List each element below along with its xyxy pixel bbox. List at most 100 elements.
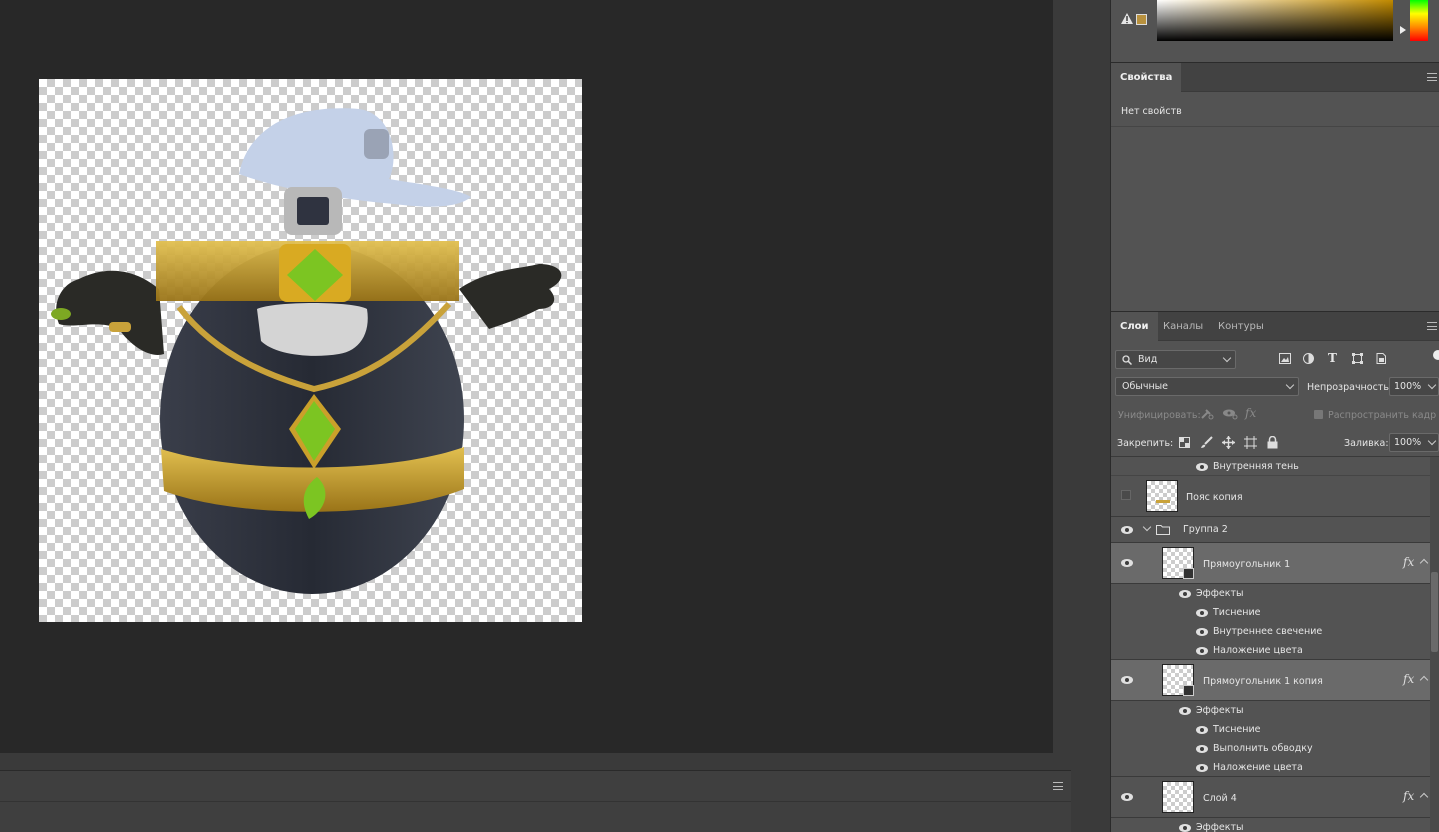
layer-thumbnail <box>1162 547 1194 579</box>
collapse-effects-icon[interactable] <box>1420 791 1428 799</box>
tab-layers[interactable]: Слои <box>1111 312 1158 341</box>
no-properties-text: Нет свойств <box>1121 106 1182 117</box>
layer-row[interactable]: Прямоугольник 1 fx <box>1111 543 1439 584</box>
layer-row[interactable]: Прямоугольник 1 копия fx <box>1111 660 1439 701</box>
eye-icon[interactable] <box>1179 590 1191 598</box>
effects-header-row[interactable]: Эффекты <box>1111 818 1439 832</box>
folder-icon <box>1156 525 1170 535</box>
tab-paths[interactable]: Контуры <box>1209 312 1273 341</box>
color-field[interactable] <box>1157 0 1393 41</box>
filter-shape-icon[interactable] <box>1352 353 1363 364</box>
timeline-panel <box>0 770 1071 832</box>
unify-visibility-icon[interactable] <box>1222 408 1238 420</box>
eye-icon[interactable] <box>1121 793 1133 801</box>
thumbnail-belt <box>1156 500 1170 503</box>
effect-row[interactable]: Тиснение <box>1111 603 1439 622</box>
layers-panel: Слои Каналы Контуры Вид T Обычные Непроз… <box>1111 312 1439 832</box>
eye-icon[interactable] <box>1196 609 1208 617</box>
scrollbar-thumb[interactable] <box>1431 572 1438 652</box>
layer-row[interactable]: Слой 4 fx <box>1111 777 1439 818</box>
hue-slider[interactable] <box>1410 0 1428 41</box>
layers-scrollbar[interactable] <box>1430 457 1439 832</box>
eye-icon[interactable] <box>1121 676 1133 684</box>
eye-icon[interactable] <box>1196 745 1208 753</box>
eye-icon[interactable] <box>1196 628 1208 636</box>
eye-icon[interactable] <box>1196 764 1208 772</box>
effect-name: Наложение цвета <box>1213 645 1303 656</box>
hue-slider-arrow-icon[interactable] <box>1400 26 1406 34</box>
fx-icon[interactable]: fx <box>1403 555 1414 569</box>
fill-value: 100% <box>1394 437 1422 448</box>
lock-transparent-pixels-icon[interactable] <box>1179 437 1190 448</box>
effects-header-row[interactable]: Эффекты <box>1111 584 1439 603</box>
effect-row[interactable]: Внутренняя тень <box>1111 457 1439 476</box>
propagate-checkbox[interactable] <box>1314 410 1323 419</box>
collapse-effects-icon[interactable] <box>1420 674 1428 682</box>
chevron-down-icon <box>1427 436 1437 446</box>
effect-name: Внутреннее свечение <box>1213 626 1323 637</box>
layer-filter-select[interactable]: Вид <box>1115 350 1236 369</box>
visibility-toggle[interactable] <box>1121 490 1131 500</box>
effect-row[interactable]: Наложение цвета <box>1111 641 1439 660</box>
opacity-input[interactable]: 100% <box>1389 377 1439 396</box>
blend-mode-select[interactable]: Обычные <box>1115 377 1299 396</box>
lock-position-icon[interactable] <box>1222 436 1235 449</box>
canvas-workspace[interactable] <box>0 0 1053 753</box>
chevron-down-icon[interactable] <box>1142 522 1152 532</box>
divider <box>0 801 1071 802</box>
effect-row[interactable]: Выполнить обводку <box>1111 739 1439 758</box>
gamut-color-swatch[interactable] <box>1136 14 1147 25</box>
fx-icon[interactable]: fx <box>1403 672 1414 686</box>
eye-icon[interactable] <box>1179 707 1191 715</box>
filter-type-icon[interactable]: T <box>1328 351 1337 365</box>
layer-name: Прямоугольник 1 копия <box>1203 676 1323 687</box>
filter-toggle[interactable] <box>1433 350 1439 360</box>
group-row[interactable]: Группа 2 <box>1111 517 1439 543</box>
document-canvas[interactable] <box>39 79 582 622</box>
eye-icon[interactable] <box>1196 463 1208 471</box>
panel-menu-icon[interactable] <box>1053 782 1063 790</box>
effect-row[interactable]: Тиснение <box>1111 720 1439 739</box>
eye-icon[interactable] <box>1121 526 1133 534</box>
layer-name: Слой 4 <box>1203 793 1237 804</box>
chevron-down-icon <box>1285 380 1295 390</box>
panel-menu-icon[interactable] <box>1427 322 1437 330</box>
layer-name: Прямоугольник 1 <box>1203 559 1291 570</box>
unify-style-icon[interactable]: fx <box>1245 406 1256 420</box>
dock-strip <box>1071 0 1111 832</box>
lock-all-icon[interactable] <box>1267 436 1278 449</box>
properties-tabbar: Свойства <box>1111 63 1439 92</box>
group-name: Группа 2 <box>1183 524 1228 535</box>
horizontal-scrollbar[interactable] <box>0 753 1053 770</box>
tab-channels[interactable]: Каналы <box>1154 312 1212 341</box>
fill-input[interactable]: 100% <box>1389 433 1439 452</box>
eye-icon[interactable] <box>1196 647 1208 655</box>
filter-adjustment-icon[interactable] <box>1303 353 1314 364</box>
eye-icon[interactable] <box>1196 726 1208 734</box>
collapse-effects-icon[interactable] <box>1420 557 1428 565</box>
lock-image-pixels-icon[interactable] <box>1200 436 1213 449</box>
effects-label: Эффекты <box>1196 705 1244 716</box>
tab-properties[interactable]: Свойства <box>1111 63 1182 92</box>
opacity-label: Непрозрачность: <box>1307 382 1393 393</box>
filter-smart-object-icon[interactable] <box>1376 353 1386 364</box>
lock-artboard-icon[interactable] <box>1244 436 1257 449</box>
eye-icon[interactable] <box>1179 824 1191 832</box>
effects-header-row[interactable]: Эффекты <box>1111 701 1439 720</box>
effect-row[interactable]: Наложение цвета <box>1111 758 1439 777</box>
eye-icon[interactable] <box>1121 559 1133 567</box>
panel-menu-icon[interactable] <box>1427 73 1437 81</box>
layer-list[interactable]: Внутренняя тень Пояс копия Группа 2 Прям… <box>1111 456 1439 832</box>
effect-name: Внутренняя тень <box>1213 461 1299 472</box>
filter-pixel-icon[interactable] <box>1279 353 1291 364</box>
shape-badge-icon <box>1183 568 1194 579</box>
effect-name: Тиснение <box>1213 607 1261 618</box>
vertical-scrollbar[interactable] <box>1053 0 1071 770</box>
layer-row[interactable]: Пояс копия <box>1111 476 1439 517</box>
propagate-label: Распространить кадр 1 <box>1328 410 1439 421</box>
unify-position-icon[interactable] <box>1200 408 1214 420</box>
effects-label: Эффекты <box>1196 822 1244 832</box>
fx-icon[interactable]: fx <box>1403 789 1414 803</box>
effect-row[interactable]: Внутреннее свечение <box>1111 622 1439 641</box>
properties-panel: Свойства Нет свойств <box>1111 63 1439 311</box>
